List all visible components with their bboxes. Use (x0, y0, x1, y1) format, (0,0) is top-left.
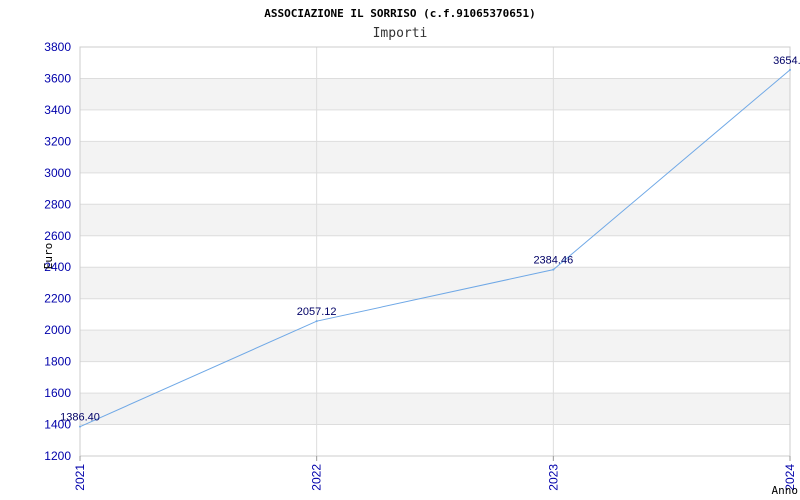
grid-bands (80, 78, 790, 425)
data-label: 3654.8 (773, 55, 800, 67)
series-line (79, 69, 791, 428)
y-tick-label: 3200 (44, 134, 71, 148)
x-tick-label: 2021 (73, 464, 87, 491)
y-tick-label: 3000 (44, 166, 71, 180)
y-tick-label: 1800 (44, 355, 71, 369)
chart-title: ASSOCIAZIONE IL SORRISO (c.f.91065370651… (264, 7, 536, 20)
data-point (552, 268, 555, 271)
x-tick-label: 2023 (546, 464, 560, 491)
series-group (79, 69, 791, 428)
grid-band (80, 393, 790, 425)
y-tick-label: 2600 (44, 229, 71, 243)
data-point (79, 425, 81, 428)
y-axis-label: Euro (42, 243, 55, 270)
chart-subtitle: Importi (373, 26, 428, 41)
data-point (789, 68, 791, 71)
y-tick-label: 2800 (44, 197, 71, 211)
grid-band (80, 141, 790, 173)
point-group (79, 68, 791, 428)
y-tick-label: 3400 (44, 103, 71, 117)
grid-band (80, 78, 790, 110)
y-tick-label: 1600 (44, 386, 71, 400)
y-tick-label: 2200 (44, 292, 71, 306)
y-tick-label: 2000 (44, 323, 71, 337)
grid-band (80, 204, 790, 236)
y-tick-label: 3800 (44, 40, 71, 54)
data-label: 2057.12 (297, 306, 337, 318)
y-tick-label: 1200 (44, 449, 71, 463)
grid-band (80, 267, 790, 299)
y-tick-label: 3600 (44, 71, 71, 85)
grid-band (80, 330, 790, 362)
line-chart: ASSOCIAZIONE IL SORRISO (c.f.91065370651… (42, 7, 800, 497)
data-point (315, 320, 318, 323)
data-label: 2384.46 (533, 255, 573, 267)
x-tick-label: 2022 (310, 464, 324, 491)
data-label: 1386.40 (60, 412, 100, 424)
x-axis-label: Anno (772, 484, 799, 497)
x-axis-ticks: 2021 2022 2023 2024 (73, 456, 797, 491)
